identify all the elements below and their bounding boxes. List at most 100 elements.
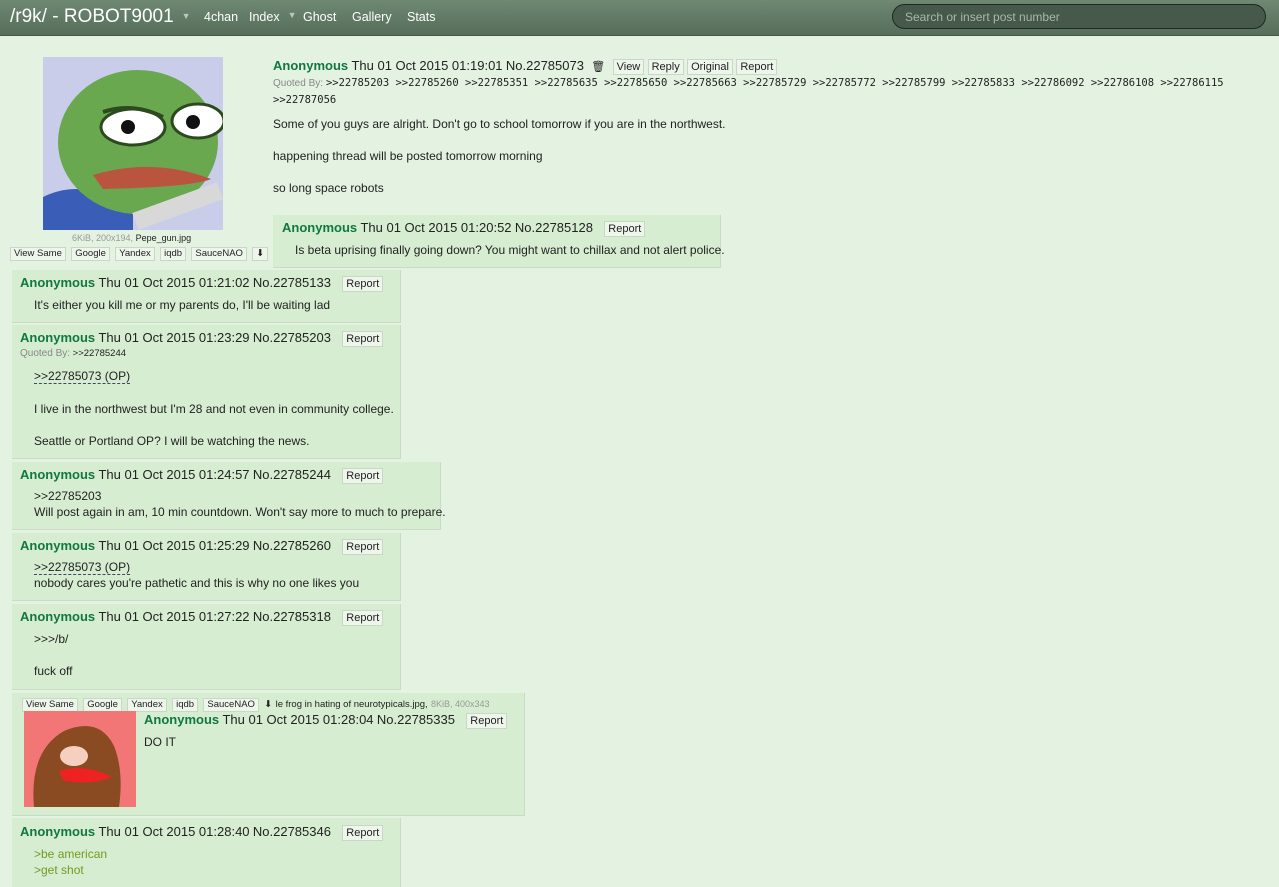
saucenao-button[interactable]: SauceNAO [191, 247, 247, 261]
iqdb-button[interactable]: iqdb [160, 247, 187, 261]
saucenao-button[interactable]: SauceNAO [203, 698, 259, 712]
google-button[interactable]: Google [71, 247, 110, 261]
post-number[interactable]: No.22785318 [253, 609, 331, 624]
post-number[interactable]: No.22785260 [253, 538, 331, 553]
download-icon[interactable]: ⬇ [252, 247, 269, 261]
quoted-by-links[interactable]: >>22787056 [273, 92, 1224, 108]
post-number[interactable]: No.22785203 [253, 330, 331, 345]
post-line: nobody cares you're pathetic and this is… [34, 576, 360, 590]
post-line: Seattle or Portland OP? I will be watchi… [34, 434, 310, 448]
post-date: Thu 01 Oct 2015 01:25:29 [98, 538, 250, 553]
reply-button[interactable]: Reply [647, 59, 684, 75]
trash-icon[interactable]: 🗑 [591, 61, 605, 73]
poster-name: Anonymous [20, 538, 96, 553]
greentext-line: >be american [34, 847, 108, 861]
post-number[interactable]: No.22785244 [253, 467, 331, 482]
post-number[interactable]: No.22785335 [377, 712, 455, 727]
reply-post: Anonymous Thu 01 Oct 2015 01:25:29 No.22… [12, 533, 401, 601]
chevron-down-icon[interactable]: ▼ [182, 11, 191, 21]
file-name[interactable]: Pepe_gun.jpg [136, 233, 192, 243]
post-line: Will post again in am, 10 min countdown.… [34, 505, 446, 519]
report-button[interactable]: Report [342, 825, 384, 841]
reply-thumbnail[interactable] [24, 711, 136, 807]
post-number[interactable]: No.22785346 [253, 824, 331, 839]
view-button[interactable]: View [612, 59, 645, 75]
poster-name: Anonymous [273, 58, 349, 73]
report-button[interactable]: Report [342, 276, 384, 292]
post-line: Some of you guys are alright. Don't go t… [273, 117, 726, 131]
post-date: Thu 01 Oct 2015 01:24:57 [98, 467, 250, 482]
file-meta: 8KiB, 400x343 [431, 699, 490, 709]
reply-post: Anonymous Thu 01 Oct 2015 01:23:29 No.22… [12, 325, 401, 459]
yandex-button[interactable]: Yandex [127, 698, 167, 712]
post-number[interactable]: No.22785133 [253, 275, 331, 290]
quote-link[interactable]: >>22785073 (OP) [34, 369, 131, 384]
quote-link[interactable]: >>22785073 (OP) [34, 560, 131, 575]
reply-post: Anonymous Thu 01 Oct 2015 01:28:40 No.22… [12, 818, 401, 887]
post-number[interactable]: No.22785128 [515, 220, 593, 235]
post-date: Thu 01 Oct 2015 01:20:52 [360, 220, 512, 235]
report-button[interactable]: Report [342, 468, 384, 484]
report-button[interactable]: Report [342, 539, 384, 555]
nav-index[interactable]: Index ▼ [249, 10, 297, 24]
reply-post: Anonymous Thu 01 Oct 2015 01:20:52 No.22… [273, 215, 725, 268]
file-name[interactable]: le frog in hating of neurotypicals.jpg, [276, 699, 428, 710]
yandex-button[interactable]: Yandex [115, 247, 155, 261]
poster-name: Anonymous [282, 220, 358, 235]
poster-name: Anonymous [20, 467, 96, 482]
search-input[interactable] [892, 4, 1266, 29]
board-title[interactable]: /r9k/ - ROBOT9001 ▼ [10, 6, 191, 28]
post-date: Thu 01 Oct 2015 01:21:02 [98, 275, 250, 290]
post-line: Is beta uprising finally going down? You… [295, 243, 725, 257]
chevron-down-icon[interactable]: ▼ [288, 10, 297, 20]
download-icon[interactable]: ⬇ [264, 699, 272, 710]
post-line: I live in the northwest but I'm 28 and n… [34, 402, 394, 416]
board-link[interactable]: >>>/b/ [34, 631, 72, 647]
angry-frog-image [24, 711, 136, 807]
post-line: happening thread will be posted tomorrow… [273, 149, 543, 163]
report-button[interactable]: Report [342, 331, 384, 347]
nav-4chan[interactable]: 4chan [204, 10, 238, 24]
image-search-bar: View Same Google Yandex iqdb SauceNAO ⬇ … [22, 696, 490, 712]
op-file-info: 6KiB, 200x194, Pepe_gun.jpg [72, 233, 191, 243]
post-line: It's either you kill me or my parents do… [34, 298, 331, 312]
report-button[interactable]: Report [604, 221, 646, 237]
view-same-button[interactable]: View Same [10, 247, 66, 261]
post-date: Thu 01 Oct 2015 01:28:04 [222, 712, 374, 727]
original-button[interactable]: Original [687, 59, 733, 75]
quoted-by-link[interactable]: >>22785244 [73, 348, 126, 359]
post-line: so long space robots [273, 181, 384, 195]
post-line: fuck off [34, 664, 73, 678]
reply-post: View Same Google Yandex iqdb SauceNAO ⬇ … [12, 693, 525, 816]
report-button[interactable]: Report [466, 713, 508, 729]
post-date: Thu 01 Oct 2015 01:27:22 [98, 609, 250, 624]
poster-name: Anonymous [20, 824, 96, 839]
op-image-search: View Same Google Yandex iqdb SauceNAO ⬇ [10, 245, 270, 261]
post-number[interactable]: No.22785073 [506, 58, 584, 73]
nav-ghost[interactable]: Ghost [303, 10, 336, 24]
quoted-by-label: Quoted By: [273, 78, 324, 89]
nav-stats[interactable]: Stats [407, 10, 436, 24]
poster-name: Anonymous [144, 712, 220, 727]
poster-name: Anonymous [20, 330, 96, 345]
poster-name: Anonymous [20, 609, 96, 624]
post-date: Thu 01 Oct 2015 01:28:40 [98, 824, 250, 839]
file-meta: 6KiB, 200x194, [72, 233, 134, 243]
op-header: Anonymous Thu 01 Oct 2015 01:19:01 No.22… [273, 58, 778, 75]
op-thumbnail[interactable] [43, 57, 223, 230]
iqdb-button[interactable]: iqdb [172, 698, 199, 712]
post-date: Thu 01 Oct 2015 01:19:01 [351, 58, 503, 73]
reply-post: Anonymous Thu 01 Oct 2015 01:21:02 No.22… [12, 270, 401, 323]
op-quoted-by: Quoted By: >>22785203 >>22785260 >>22785… [273, 75, 1224, 108]
nav-gallery[interactable]: Gallery [352, 10, 392, 24]
op-body: Some of you guys are alright. Don't go t… [273, 116, 726, 196]
report-button[interactable]: Report [342, 610, 384, 626]
report-button[interactable]: Report [736, 59, 778, 75]
reply-post: Anonymous Thu 01 Oct 2015 01:24:57 No.22… [12, 462, 446, 530]
google-button[interactable]: Google [83, 698, 122, 712]
post-line: DO IT [144, 735, 176, 749]
view-same-button[interactable]: View Same [22, 698, 78, 712]
quote-link[interactable]: >>22785203 [34, 488, 446, 504]
reply-post: Anonymous Thu 01 Oct 2015 01:27:22 No.22… [12, 604, 401, 690]
quoted-by-links[interactable]: >>22785203 >>22785260 >>22785351 >>22785… [326, 77, 1224, 89]
